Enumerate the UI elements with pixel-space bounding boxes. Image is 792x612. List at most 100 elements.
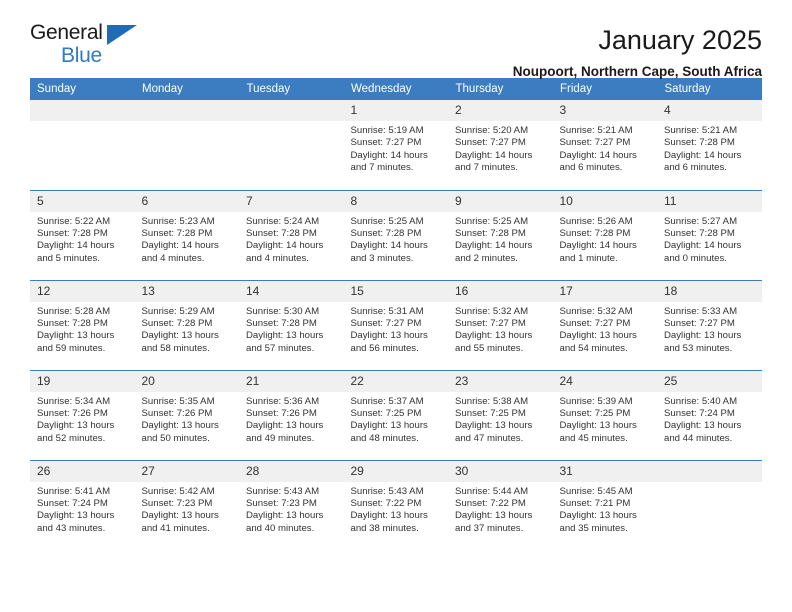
- calendar-day-cell[interactable]: 6 Sunrise: 5:23 AM Sunset: 7:28 PM Daylight…: [134, 189, 239, 280]
- day-number: 15: [343, 280, 448, 302]
- day-details: Sunrise: 5:41 AM Sunset: 7:24 PM Daylight:…: [30, 482, 135, 536]
- calendar-day-cell[interactable]: 27 Sunrise: 5:42 AM Sunset: 7:23 PM Dayligh…: [134, 459, 239, 550]
- calendar-day-cell[interactable]: 25 Sunrise: 5:40 AM Sunset: 7:24 PM Dayligh…: [657, 369, 762, 460]
- sunset-text: Sunset: 7:22 PM: [455, 497, 526, 509]
- calendar-day-cell[interactable]: 19 Sunrise: 5:34 AM Sunset: 7:26 PM Dayligh…: [30, 369, 135, 460]
- calendar-day-cell[interactable]: 8 Sunrise: 5:25 AM Sunset: 7:28 PM Daylight…: [343, 189, 449, 280]
- sunrise-text: Sunrise: 5:30 AM: [246, 305, 320, 317]
- daylight-text: Daylight: 14 hours and 7 minutes.: [455, 149, 533, 174]
- day-number: [657, 460, 762, 482]
- daylight-text: Daylight: 14 hours and 4 minutes.: [141, 240, 219, 264]
- day-number: 14: [239, 280, 344, 302]
- page-title: January 2025: [598, 25, 762, 55]
- day-number: 2: [448, 100, 553, 121]
- calendar-day-cell[interactable]: 9 Sunrise: 5:25 AM Sunset: 7:28 PM Daylight…: [448, 189, 553, 280]
- daylight-text: Daylight: 13 hours and 37 minutes.: [455, 510, 533, 534]
- calendar-day-cell[interactable]: 22 Sunrise: 5:37 AM Sunset: 7:25 PM Dayligh…: [343, 369, 448, 460]
- day-details: Sunrise: 5:25 AM Sunset: 7:28 PM Daylight:…: [344, 212, 449, 266]
- calendar-day-cell[interactable]: 4 Sunrise: 5:21 AM Sunset: 7:28 PM Daylight…: [657, 100, 762, 190]
- sunrise-text: Sunrise: 5:34 AM: [37, 395, 111, 407]
- calendar-day-cell[interactable]: 29 Sunrise: 5:43 AM Sunset: 7:22 PM Dayligh…: [343, 459, 448, 550]
- daylight-text: Daylight: 13 hours and 52 minutes.: [37, 420, 115, 444]
- day-number: [134, 100, 239, 121]
- calendar-day-cell[interactable]: 3 Sunrise: 5:21 AM Sunset: 7:27 PM Daylight…: [552, 100, 657, 190]
- calendar-day-cell[interactable]: 7 Sunrise: 5:24 AM Sunset: 7:28 PM Daylight…: [239, 189, 344, 280]
- day-number: 27: [134, 460, 239, 482]
- sunrise-text: Sunrise: 5:37 AM: [350, 395, 424, 407]
- daylight-text: Daylight: 13 hours and 49 minutes.: [246, 420, 324, 444]
- calendar-week-row: 5 Sunrise: 5:22 AM Sunset: 7:28 PM Daylight…: [30, 189, 762, 280]
- daylight-text: Daylight: 13 hours and 38 minutes.: [350, 510, 428, 534]
- calendar-day-cell[interactable]: 1 Sunrise: 5:19 AM Sunset: 7:27 PM Daylight…: [343, 100, 449, 190]
- calendar-day-cell[interactable]: 17 Sunrise: 5:32 AM Sunset: 7:27 PM Dayligh…: [552, 279, 657, 370]
- daylight-text: Daylight: 13 hours and 57 minutes.: [246, 330, 324, 354]
- daylight-text: Daylight: 13 hours and 35 minutes.: [559, 510, 637, 534]
- calendar-day-cell[interactable]: 21 Sunrise: 5:36 AM Sunset: 7:26 PM Dayligh…: [239, 369, 344, 460]
- daylight-text: Daylight: 13 hours and 55 minutes.: [455, 330, 533, 354]
- daylight-text: Daylight: 13 hours and 44 minutes.: [664, 420, 742, 444]
- calendar-week-row: 1 Sunrise: 5:19 AM Sunset: 7:27 PM Daylight…: [30, 100, 762, 190]
- calendar-day-cell[interactable]: 15 Sunrise: 5:31 AM Sunset: 7:27 PM Dayligh…: [343, 279, 448, 370]
- sunset-text: Sunset: 7:25 PM: [350, 407, 422, 419]
- daylight-text: Daylight: 14 hours and 2 minutes.: [455, 240, 533, 264]
- calendar-body: 1 Sunrise: 5:19 AM Sunset: 7:27 PM Daylight…: [30, 100, 762, 550]
- calendar-day-cell[interactable]: 23 Sunrise: 5:38 AM Sunset: 7:25 PM Dayligh…: [448, 369, 553, 460]
- brand-logo[interactable]: General Blue: [30, 22, 150, 74]
- weekday-header-saturday: Saturday: [657, 78, 762, 100]
- calendar-day-cell[interactable]: 16 Sunrise: 5:32 AM Sunset: 7:27 PM Dayligh…: [448, 279, 553, 370]
- sunrise-text: Sunrise: 5:31 AM: [350, 305, 424, 317]
- daylight-text: Daylight: 13 hours and 48 minutes.: [350, 420, 428, 444]
- daylight-text: Daylight: 14 hours and 1 minute.: [559, 240, 637, 264]
- day-number: 9: [448, 190, 553, 212]
- calendar-day-cell[interactable]: 5 Sunrise: 5:22 AM Sunset: 7:28 PM Daylight…: [30, 189, 135, 280]
- day-details: Sunrise: 5:19 AM Sunset: 7:27 PM Daylight:…: [344, 121, 449, 175]
- calendar-day-cell[interactable]: 18 Sunrise: 5:33 AM Sunset: 7:27 PM Dayligh…: [657, 279, 762, 370]
- calendar-day-cell[interactable]: 12 Sunrise: 5:28 AM Sunset: 7:28 PM Dayligh…: [30, 279, 135, 370]
- calendar-day-cell[interactable]: 24 Sunrise: 5:39 AM Sunset: 7:25 PM Dayligh…: [552, 369, 657, 460]
- day-number: [239, 100, 344, 121]
- calendar-day-cell[interactable]: 20 Sunrise: 5:35 AM Sunset: 7:26 PM Dayligh…: [134, 369, 239, 460]
- sunset-text: Sunset: 7:25 PM: [559, 407, 631, 419]
- calendar-day-cell[interactable]: 11 Sunrise: 5:27 AM Sunset: 7:28 PM Dayligh…: [657, 189, 762, 280]
- day-details: Sunrise: 5:43 AM Sunset: 7:23 PM Daylight:…: [239, 482, 344, 536]
- calendar-day-cell[interactable]: 26 Sunrise: 5:41 AM Sunset: 7:24 PM Dayligh…: [30, 459, 135, 550]
- sunset-text: Sunset: 7:28 PM: [664, 137, 735, 149]
- calendar-day-cell[interactable]: 14 Sunrise: 5:30 AM Sunset: 7:28 PM Dayligh…: [239, 279, 344, 370]
- day-number: 21: [239, 370, 344, 392]
- sunrise-text: Sunrise: 5:21 AM: [664, 125, 738, 136]
- day-details: Sunrise: 5:27 AM Sunset: 7:28 PM Daylight:…: [657, 212, 762, 266]
- day-details: Sunrise: 5:38 AM Sunset: 7:25 PM Daylight:…: [448, 392, 553, 446]
- calendar-day-cell[interactable]: 2 Sunrise: 5:20 AM Sunset: 7:27 PM Daylight…: [448, 100, 553, 190]
- sunrise-text: Sunrise: 5:20 AM: [455, 125, 529, 136]
- sunset-text: Sunset: 7:21 PM: [559, 497, 631, 509]
- weekday-header-monday: Monday: [134, 78, 240, 100]
- sunset-text: Sunset: 7:27 PM: [559, 317, 631, 329]
- calendar-day-cell[interactable]: 13 Sunrise: 5:29 AM Sunset: 7:28 PM Dayligh…: [134, 279, 240, 370]
- page-header: General Blue January 2025 Noupoort, Nort…: [30, 0, 762, 80]
- day-details: Sunrise: 5:22 AM Sunset: 7:28 PM Daylight:…: [30, 212, 135, 266]
- sunset-text: Sunset: 7:28 PM: [559, 227, 631, 239]
- day-details: Sunrise: 5:25 AM Sunset: 7:28 PM Daylight:…: [448, 212, 553, 266]
- sunrise-text: Sunrise: 5:35 AM: [141, 395, 215, 407]
- calendar-day-cell[interactable]: 30 Sunrise: 5:44 AM Sunset: 7:22 PM Dayligh…: [448, 459, 553, 550]
- day-details: Sunrise: 5:29 AM Sunset: 7:28 PM Daylight:…: [135, 302, 240, 356]
- sunset-text: Sunset: 7:28 PM: [664, 227, 735, 239]
- calendar-day-cell-empty: [134, 100, 239, 190]
- day-number: [30, 100, 135, 121]
- calendar-day-cell[interactable]: 28 Sunrise: 5:43 AM Sunset: 7:23 PM Dayligh…: [239, 459, 344, 550]
- sunset-text: Sunset: 7:28 PM: [37, 317, 108, 329]
- calendar-day-cell[interactable]: 31 Sunrise: 5:45 AM Sunset: 7:21 PM Dayligh…: [552, 459, 657, 550]
- day-number: 11: [657, 190, 762, 212]
- weekday-header-wednesday: Wednesday: [343, 78, 449, 100]
- day-details: Sunrise: 5:30 AM Sunset: 7:28 PM Daylight:…: [239, 302, 344, 356]
- sunrise-text: Sunrise: 5:39 AM: [559, 395, 633, 407]
- sunrise-text: Sunrise: 5:25 AM: [350, 215, 424, 227]
- daylight-text: Daylight: 13 hours and 47 minutes.: [455, 420, 533, 444]
- day-number: 19: [30, 370, 135, 392]
- daylight-text: Daylight: 13 hours and 50 minutes.: [141, 420, 219, 444]
- sunrise-text: Sunrise: 5:29 AM: [141, 305, 215, 317]
- sunrise-text: Sunrise: 5:43 AM: [246, 485, 320, 497]
- day-number: 8: [343, 190, 448, 212]
- calendar-day-cell[interactable]: 10 Sunrise: 5:26 AM Sunset: 7:28 PM Dayligh…: [552, 189, 657, 280]
- daylight-text: Daylight: 14 hours and 4 minutes.: [246, 240, 324, 264]
